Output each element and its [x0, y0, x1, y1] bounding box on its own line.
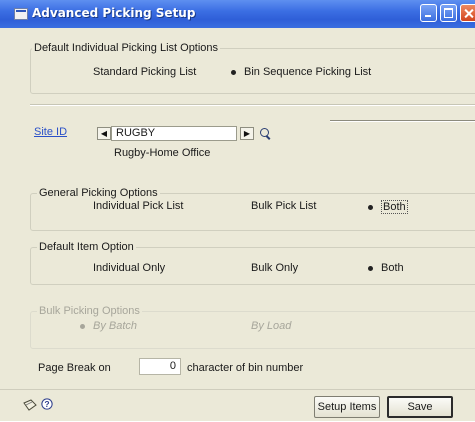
option-label: Individual Pick List	[93, 200, 184, 212]
radio-button-selected	[77, 321, 88, 332]
radio-individual-pick-list[interactable]: Individual Pick List	[77, 200, 184, 212]
radio-individual-only[interactable]: Individual Only	[77, 262, 165, 274]
page-break-field[interactable]: 0	[139, 358, 181, 375]
radio-by-load: By Load	[235, 320, 291, 332]
site-description: Rugby-Home Office	[114, 147, 211, 159]
radio-button[interactable]	[235, 263, 246, 274]
page-break-suffix: character of bin number	[187, 362, 304, 374]
radio-button[interactable]	[235, 201, 246, 212]
advanced-picking-setup-window: Advanced Picking Setup Default Individua…	[0, 0, 475, 421]
option-label: Standard Picking List	[93, 66, 197, 78]
option-label: Both	[381, 262, 404, 274]
radio-standard-picking-list[interactable]: Standard Picking List	[77, 66, 196, 78]
previous-site-button[interactable]: ◀	[97, 127, 111, 140]
option-label: Both	[381, 200, 408, 214]
option-label: Bulk Pick List	[251, 200, 317, 212]
radio-bulk-only[interactable]: Bulk Only	[235, 262, 298, 274]
maximize-button[interactable]	[440, 4, 457, 22]
separator	[30, 104, 475, 106]
general-picking-label: General Picking Options	[37, 187, 160, 199]
radio-both-general[interactable]: Both	[365, 200, 408, 214]
save-button[interactable]: Save	[387, 396, 453, 418]
option-label: Bin Sequence Picking List	[244, 66, 372, 78]
title-bar: Advanced Picking Setup	[0, 0, 475, 28]
option-label: Bulk Only	[251, 262, 299, 274]
site-id-link[interactable]: Site ID	[34, 126, 67, 138]
next-site-button[interactable]: ▶	[240, 127, 254, 140]
radio-button-selected[interactable]	[365, 202, 376, 213]
minimize-button[interactable]	[420, 4, 437, 22]
radio-button	[235, 321, 246, 332]
window-title: Advanced Picking Setup	[32, 6, 196, 20]
site-id-field[interactable]: RUGBY	[111, 126, 237, 141]
radio-button[interactable]	[77, 67, 88, 78]
radio-button[interactable]	[77, 201, 88, 212]
bottom-bar: ? Setup Items Save	[0, 389, 475, 422]
default-item-label: Default Item Option	[37, 241, 136, 253]
option-label: By Batch	[93, 320, 138, 332]
note-icon[interactable]	[23, 399, 37, 411]
separator	[330, 120, 475, 122]
radio-by-batch: By Batch	[77, 320, 137, 332]
lookup-icon[interactable]	[258, 127, 272, 141]
option-label: By Load	[251, 320, 292, 332]
radio-bulk-pick-list[interactable]: Bulk Pick List	[235, 200, 316, 212]
option-label: Individual Only	[93, 262, 166, 274]
page-break-label: Page Break on	[38, 362, 111, 374]
setup-items-button[interactable]: Setup Items	[314, 396, 380, 418]
help-icon[interactable]: ?	[40, 398, 54, 410]
close-button[interactable]	[460, 4, 475, 22]
bulk-picking-label: Bulk Picking Options	[37, 305, 142, 317]
radio-button-selected[interactable]	[228, 67, 239, 78]
svg-text:?: ?	[44, 399, 49, 409]
radio-bin-sequence-picking-list[interactable]: Bin Sequence Picking List	[228, 66, 371, 78]
radio-button-selected[interactable]	[365, 263, 376, 274]
window-icon	[14, 8, 28, 20]
radio-both-item[interactable]: Both	[365, 262, 404, 274]
default-individual-label: Default Individual Picking List Options	[32, 42, 221, 54]
radio-button[interactable]	[77, 263, 88, 274]
